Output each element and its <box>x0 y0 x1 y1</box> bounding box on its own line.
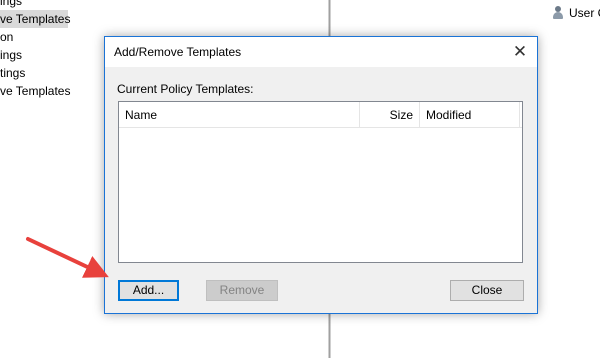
screen: ings ve Templates on ings tings ve Templ… <box>0 0 600 358</box>
close-button[interactable]: Close <box>450 280 524 301</box>
tree-item-selected[interactable]: ve Templates <box>0 10 70 28</box>
list-header: Name Size Modified <box>119 102 522 128</box>
tree-item[interactable]: on <box>0 28 80 46</box>
tree-item[interactable]: ings <box>0 46 80 64</box>
add-button[interactable]: Add... <box>118 280 179 301</box>
dialog-title: Add/Remove Templates <box>114 45 242 59</box>
tree-item[interactable]: tings <box>0 64 80 82</box>
right-header-label: User C <box>569 6 600 20</box>
dialog-titlebar[interactable]: Add/Remove Templates ✕ <box>105 37 537 67</box>
background-tree: ings ve Templates on ings tings ve Templ… <box>0 0 80 100</box>
column-header-name[interactable]: Name <box>119 102 360 128</box>
templates-label: Current Policy Templates: <box>117 82 254 96</box>
templates-list[interactable]: Name Size Modified <box>118 101 523 263</box>
tree-item[interactable]: ings <box>0 0 80 10</box>
tree-item[interactable]: ve Templates <box>0 82 80 100</box>
column-header-size[interactable]: Size <box>360 102 420 128</box>
close-icon[interactable]: ✕ <box>503 37 537 67</box>
right-pane-header[interactable]: User C <box>551 4 600 22</box>
user-icon <box>551 6 565 20</box>
add-remove-templates-dialog: Add/Remove Templates ✕ Current Policy Te… <box>104 36 538 314</box>
column-header-modified[interactable]: Modified <box>420 102 520 128</box>
remove-button[interactable]: Remove <box>206 280 278 301</box>
